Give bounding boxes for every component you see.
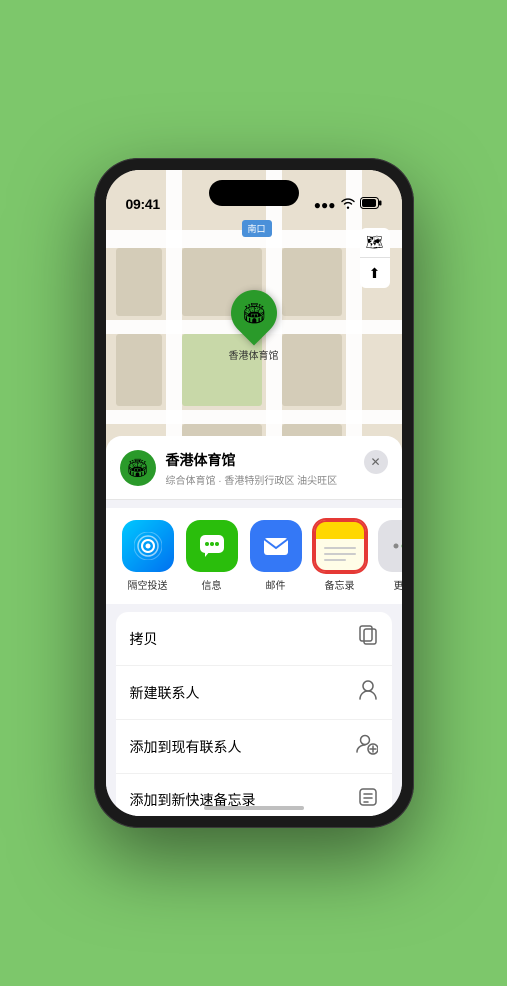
action-copy[interactable]: 拷贝 (116, 612, 392, 666)
map-label: 南口 (241, 220, 271, 237)
phone-screen: 09:41 ●●● (106, 170, 402, 816)
location-button[interactable]: ⬆ (360, 258, 390, 288)
venue-avatar: 🏟 (120, 450, 156, 486)
share-airdrop[interactable]: 隔空投送 (120, 520, 176, 592)
venue-subtitle: 综合体育馆 · 香港特别行政区 油尖旺区 (166, 472, 354, 487)
pin-icon: 🏟 (241, 301, 266, 326)
copy-icon (358, 625, 378, 652)
status-time: 09:41 (126, 196, 160, 212)
mail-icon (250, 520, 302, 572)
quick-note-icon (358, 787, 378, 812)
notes-lines (324, 547, 356, 565)
wifi-icon (341, 198, 355, 212)
action-add-contact-label: 添加到现有联系人 (130, 737, 242, 757)
action-new-contact[interactable]: 新建联系人 (116, 666, 392, 720)
venue-header: 🏟 香港体育馆 综合体育馆 · 香港特别行政区 油尖旺区 ✕ (106, 436, 402, 500)
dynamic-island (209, 180, 299, 206)
home-indicator (204, 806, 304, 810)
pin-marker: 🏟 (221, 280, 286, 345)
airdrop-label: 隔空投送 (128, 577, 168, 592)
share-more[interactable]: 更多 (376, 520, 402, 592)
more-icon (378, 520, 402, 572)
venue-name: 香港体育馆 (166, 450, 354, 470)
share-notes[interactable]: 备忘录 (312, 520, 368, 592)
airdrop-icon (122, 520, 174, 572)
pin-label: 香港体育馆 (229, 347, 279, 362)
action-new-contact-label: 新建联系人 (130, 683, 200, 703)
bottom-sheet: 🏟 香港体育馆 综合体育馆 · 香港特别行政区 油尖旺区 ✕ (106, 436, 402, 816)
signal-icon: ●●● (314, 198, 336, 212)
venue-info: 香港体育馆 综合体育馆 · 香港特别行政区 油尖旺区 (166, 450, 354, 487)
notes-icon (314, 520, 366, 572)
action-list: 拷贝 新建联系人 (116, 612, 392, 816)
action-add-contact[interactable]: 添加到现有联系人 (116, 720, 392, 774)
phone-frame: 09:41 ●●● (94, 158, 414, 828)
messages-label: 信息 (202, 577, 222, 592)
messages-icon (186, 520, 238, 572)
status-icons: ●●● (314, 197, 382, 212)
more-label: 更多 (394, 577, 402, 592)
venue-pin: 🏟 香港体育馆 (229, 290, 279, 362)
mail-label: 邮件 (266, 577, 286, 592)
close-button[interactable]: ✕ (364, 450, 388, 474)
add-contact-icon (356, 733, 378, 760)
action-copy-label: 拷贝 (130, 629, 158, 649)
share-mail[interactable]: 邮件 (248, 520, 304, 592)
new-contact-icon (358, 679, 378, 706)
map-type-button[interactable]: 🗺 (360, 228, 390, 258)
share-row: 隔空投送 信息 (106, 508, 402, 604)
battery-icon (360, 197, 382, 212)
share-messages[interactable]: 信息 (184, 520, 240, 592)
notes-label: 备忘录 (325, 577, 355, 592)
map-controls[interactable]: 🗺 ⬆ (360, 228, 390, 288)
venue-emoji: 🏟 (126, 458, 149, 479)
